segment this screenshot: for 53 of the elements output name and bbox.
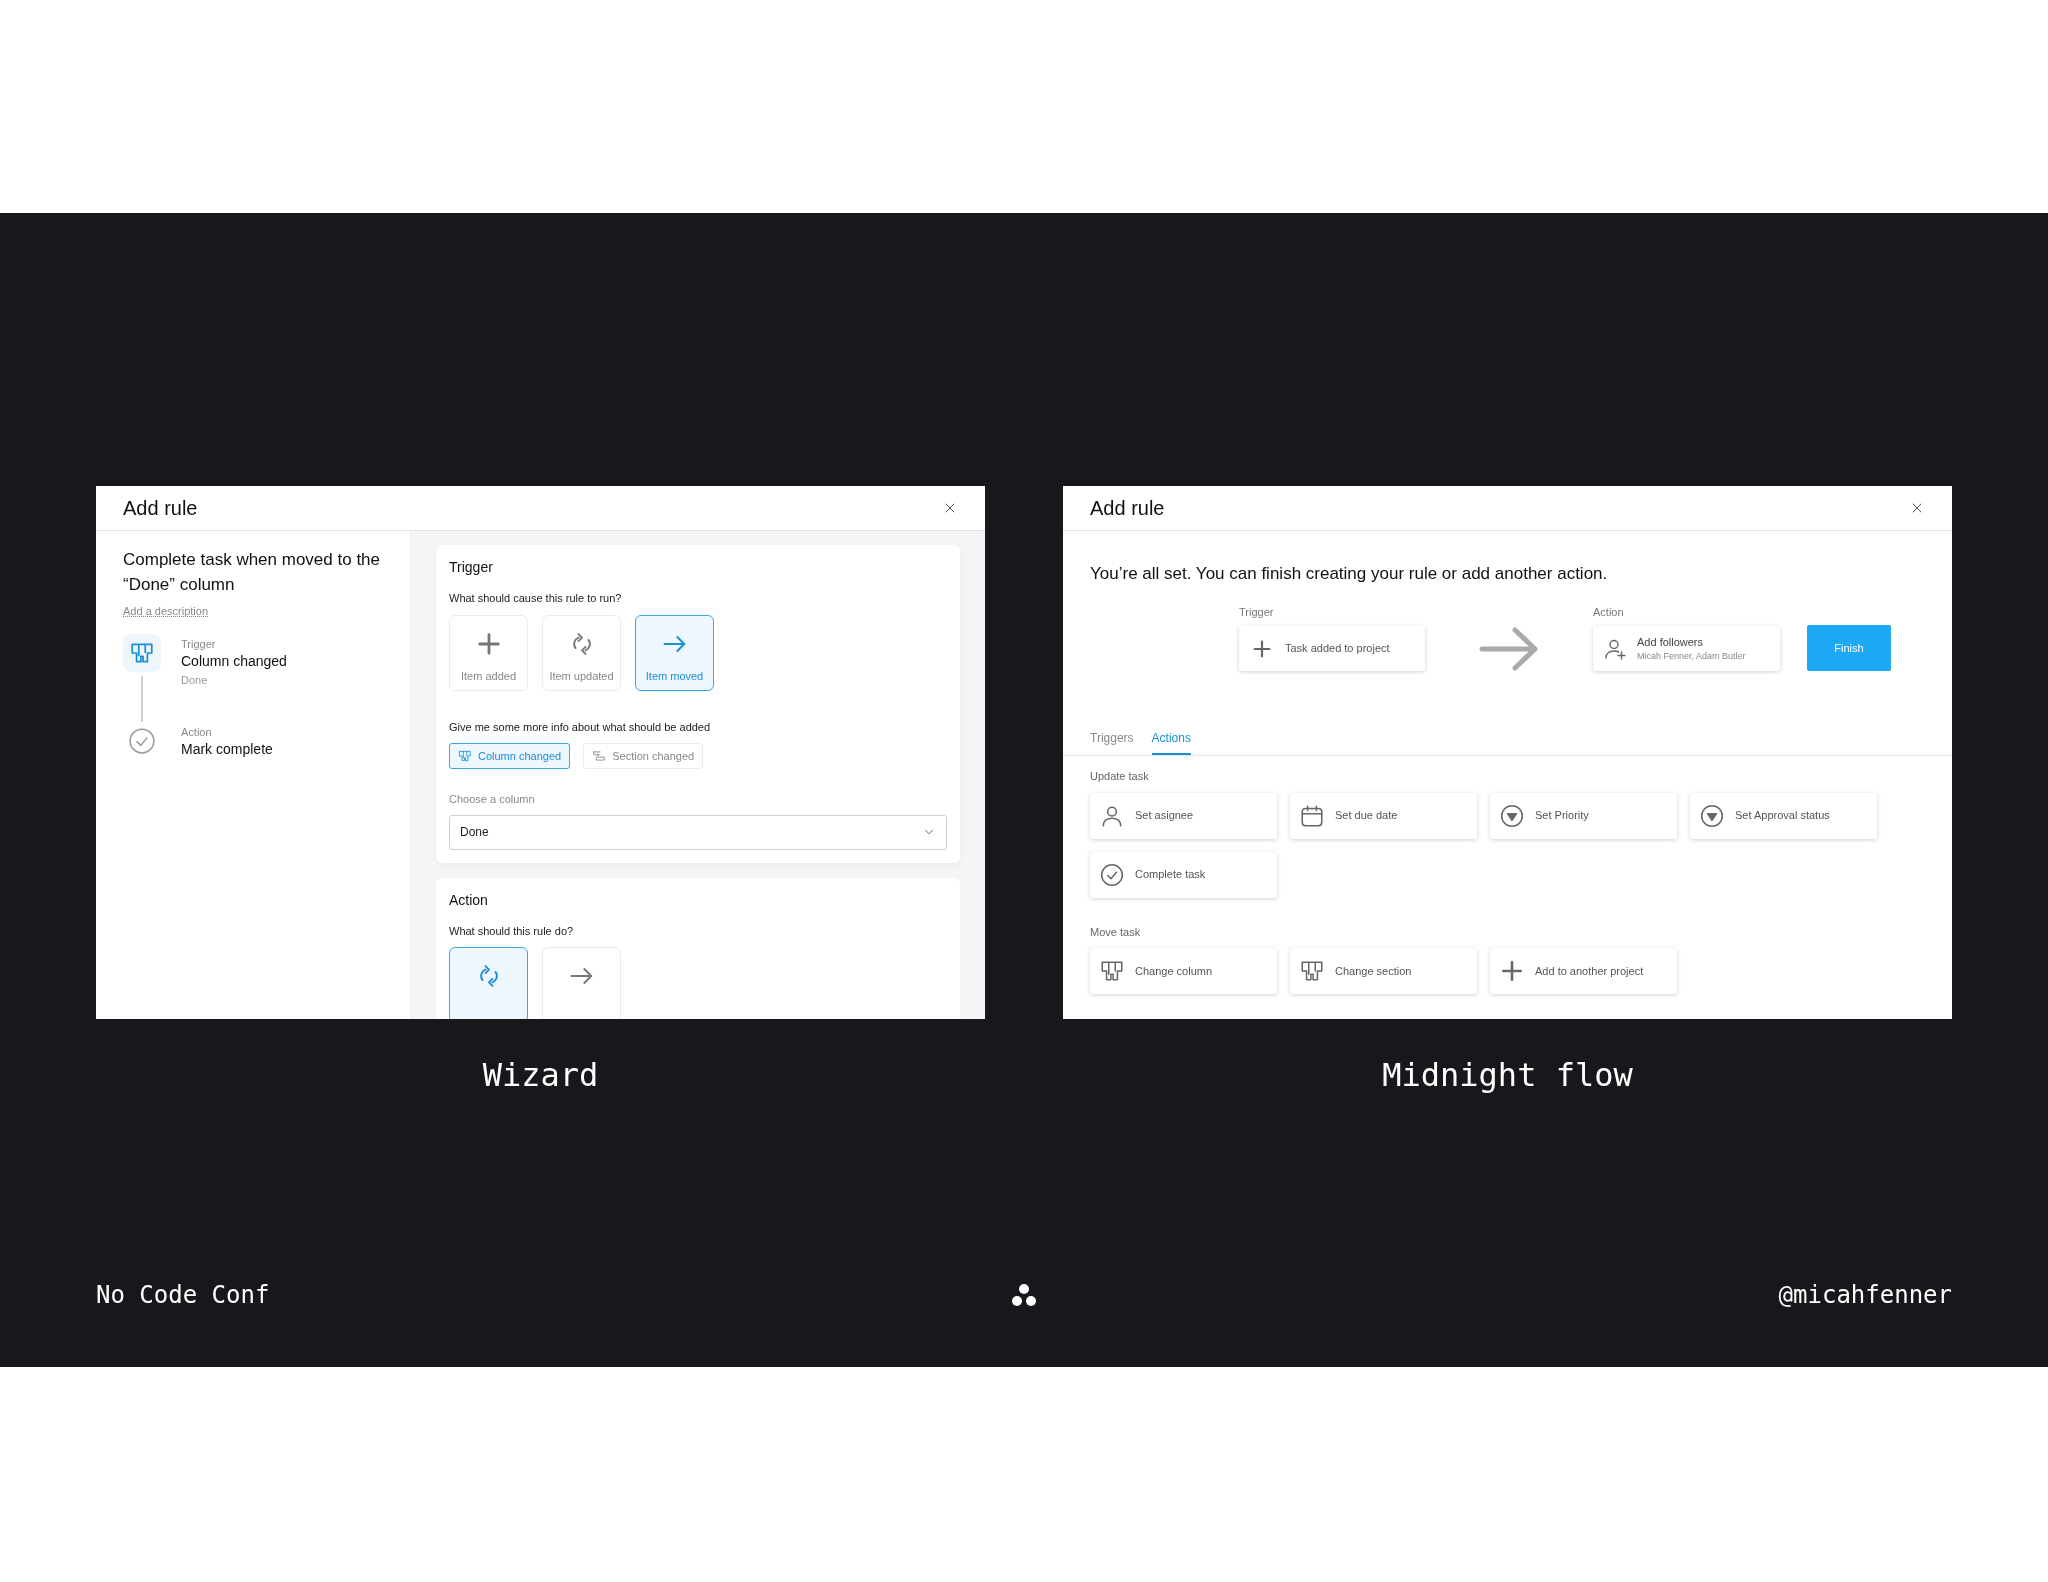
action-option-button[interactable]: Set due date [1290, 792, 1477, 839]
chip-button[interactable]: Section changed [583, 743, 704, 769]
section-icon [592, 749, 607, 763]
action-option-button[interactable]: Complete task [1090, 851, 1277, 898]
description-link[interactable]: Add a description [123, 603, 208, 620]
question-text: What should cause this rule to run? [449, 591, 623, 606]
flow-arrow-icon [1479, 627, 1539, 671]
footer-text: No Code Conf [96, 1280, 270, 1311]
check-circle-icon [127, 725, 157, 756]
footer-text: @micahfenner [1778, 1280, 1952, 1311]
option-tile[interactable]: Item added [449, 614, 528, 691]
option-tile[interactable]: Item updated [542, 614, 621, 691]
question-text: Give me some more info about what should be added [449, 719, 712, 735]
connector-line [141, 675, 143, 722]
tab[interactable]: Triggers [1090, 729, 1134, 755]
dialog-title: Add rule [123, 496, 198, 521]
card-subtitle: Micah Fenner, Adam Butler [1637, 650, 1746, 663]
summary-label: Action [1593, 604, 1625, 620]
section-title: Trigger [449, 558, 494, 577]
step-value: Column changed [181, 652, 287, 670]
action-option-button[interactable]: Set Approval status [1690, 792, 1877, 839]
columns-icon [458, 749, 472, 763]
down-triangle-circle-icon [1699, 802, 1725, 829]
option-tile[interactable] [449, 947, 528, 1019]
step-label: Action [181, 724, 213, 740]
summary-label: Trigger [1239, 604, 1275, 620]
action-option-button[interactable]: Change section [1290, 948, 1477, 994]
slide-caption: Midnight flow [1382, 1055, 1633, 1096]
logo-icon [1011, 1283, 1037, 1307]
action-option-button[interactable]: Add to another project [1490, 948, 1677, 994]
step-value: Mark complete [181, 740, 273, 758]
section-title: Action [449, 890, 489, 910]
slide-caption: Wizard [482, 1055, 599, 1096]
action-option-button[interactable]: Set Priority [1490, 792, 1677, 839]
action-option-button[interactable]: Change column [1090, 948, 1277, 994]
down-triangle-circle-icon [1499, 802, 1525, 829]
trigger-step-icon [123, 633, 161, 672]
group-title: Move task [1090, 924, 1142, 940]
check-circle-icon [1099, 861, 1125, 888]
tab[interactable]: Actions [1151, 729, 1191, 755]
field-label: Choose a column [449, 792, 536, 807]
plus-icon [1499, 958, 1525, 984]
card-text: Task added to project [1285, 641, 1390, 657]
step-label: Trigger [181, 636, 217, 652]
group-title: Update task [1090, 769, 1150, 784]
question-text: What should this rule do? [449, 923, 575, 939]
column-select[interactable]: Done [449, 814, 947, 850]
status-message: You’re all set. You can finish creating your rule or add another action. [1090, 563, 1609, 585]
dialog-title: Add rule [1090, 496, 1165, 521]
rule-title: Complete task when moved to the “Done” column [123, 549, 382, 596]
step-detail: Done [181, 673, 209, 688]
card-title: Add followers [1637, 634, 1705, 650]
action-option-button[interactable]: Set asignee [1090, 792, 1277, 839]
